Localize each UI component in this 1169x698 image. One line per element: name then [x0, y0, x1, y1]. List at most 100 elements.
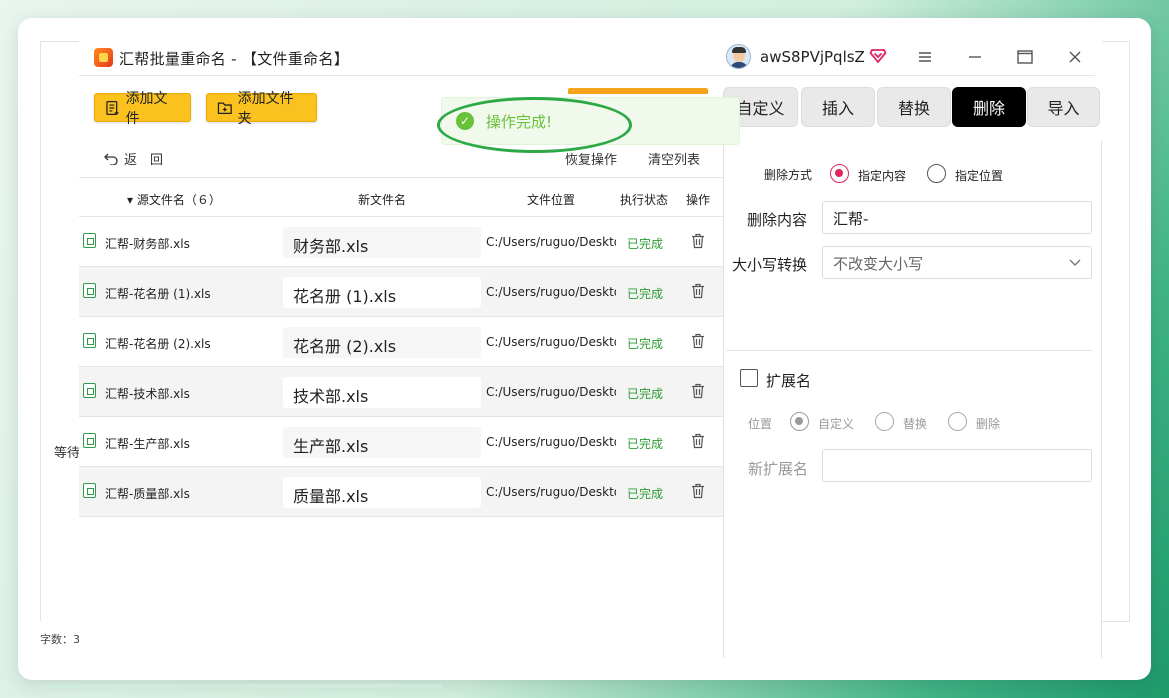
new-filename: 技术部.xls: [283, 377, 481, 408]
radio-ext-replace-label[interactable]: 替换: [903, 415, 927, 432]
table-row[interactable]: 汇帮-花名册 (1).xls 花名册 (1).xls C:/Users/rugu…: [79, 267, 723, 317]
title-bar: 汇帮批量重命名 - 【文件重命名】 awS8PVjPqlsZ: [79, 41, 1102, 75]
radio-ext-replace[interactable]: [875, 412, 894, 431]
add-folder-button[interactable]: 添加文件夹: [206, 91, 317, 127]
radio-ext-delete[interactable]: [948, 412, 967, 431]
radio-specified-position-label[interactable]: 指定位置: [955, 167, 1003, 184]
table-row[interactable]: 汇帮-质量部.xls 质量部.xls C:/Users/ruguo/Deskto…: [79, 467, 723, 517]
radio-ext-custom[interactable]: [790, 412, 809, 431]
background-wait-label: 等待: [54, 446, 81, 461]
radio-ext-delete-label[interactable]: 删除: [976, 415, 1000, 432]
clear-list-button[interactable]: 清空列表: [648, 149, 700, 168]
status-badge: 已完成: [627, 387, 664, 401]
background-scrollbar[interactable]: [40, 684, 442, 688]
minimize-icon[interactable]: [963, 45, 987, 69]
background-border: [40, 41, 41, 621]
tab-import[interactable]: 导入: [1027, 87, 1100, 127]
section-divider: [726, 350, 1092, 351]
source-filename: 汇帮-财务部.xls: [105, 237, 190, 251]
table-row[interactable]: 汇帮-技术部.xls 技术部.xls C:/Users/ruguo/Deskto…: [79, 367, 723, 417]
case-conversion-label: 大小写转换: [732, 256, 808, 274]
background-word-count: 字数：3: [40, 633, 80, 646]
add-file-button[interactable]: 添加文件: [94, 91, 191, 127]
new-filename: 质量部.xls: [283, 477, 481, 508]
new-filename: 花名册 (1).xls: [283, 277, 481, 308]
status-badge: 已完成: [627, 487, 664, 501]
delete-mode-label: 删除方式: [764, 168, 813, 182]
undo-arrow-icon: [104, 153, 118, 165]
back-button[interactable]: 返 回: [104, 149, 163, 168]
radio-specified-content[interactable]: [830, 164, 849, 183]
excel-file-icon: [83, 433, 96, 448]
file-table: ▾ 源文件名（６） 新文件名 文件位置 执行状态 操作 汇帮-财务部.xls 财…: [79, 177, 723, 517]
table-row[interactable]: 汇帮-花名册 (2).xls 花名册 (2).xls C:/Users/rugu…: [79, 317, 723, 367]
header-operation: 操作: [686, 193, 711, 207]
source-filename: 汇帮-技术部.xls: [105, 387, 190, 401]
table-row[interactable]: 汇帮-财务部.xls 财务部.xls C:/Users/ruguo/Deskto…: [79, 217, 723, 267]
source-filename: 汇帮-花名册 (1).xls: [105, 287, 211, 301]
menu-icon[interactable]: [913, 45, 937, 69]
file-location: C:/Users/ruguo/Desktop: [486, 335, 616, 349]
user-avatar[interactable]: [726, 44, 751, 69]
add-file-label: 添加文件: [125, 90, 168, 127]
trash-icon[interactable]: [691, 483, 705, 499]
trash-icon[interactable]: [691, 333, 705, 349]
delete-settings-panel: 删除方式 指定内容 指定位置 删除内容 汇帮- 大小写转换 不改变大小写 扩展名…: [724, 141, 1102, 658]
status-badge: 已完成: [627, 287, 664, 301]
tab-replace[interactable]: 替换: [877, 87, 951, 127]
new-extension-input[interactable]: [822, 449, 1092, 482]
maximize-icon[interactable]: [1013, 45, 1037, 69]
delete-content-label: 删除内容: [747, 211, 808, 229]
status-badge: 已完成: [627, 437, 664, 451]
case-conversion-value: 不改变大小写: [833, 255, 924, 273]
excel-file-icon: [83, 283, 96, 298]
excel-file-icon: [83, 483, 96, 498]
new-filename: 财务部.xls: [283, 227, 481, 258]
title-separator: [79, 75, 1095, 76]
trash-icon[interactable]: [691, 283, 705, 299]
status-badge: 已完成: [627, 237, 664, 251]
new-filename: 生产部.xls: [283, 427, 481, 458]
extension-label[interactable]: 扩展名: [766, 370, 811, 391]
extension-checkbox[interactable]: [740, 369, 758, 387]
excel-file-icon: [83, 333, 96, 348]
username[interactable]: awS8PVjPqlsZ: [760, 48, 865, 66]
file-location: C:/Users/ruguo/Desktop: [486, 485, 616, 499]
file-location: C:/Users/ruguo/Desktop: [486, 285, 616, 299]
chevron-down-icon: [1069, 256, 1081, 270]
tab-delete[interactable]: 删除: [952, 87, 1026, 127]
excel-file-icon: [83, 233, 96, 248]
background-border: [1102, 621, 1130, 622]
trash-icon[interactable]: [691, 433, 705, 449]
new-filename: 花名册 (2).xls: [283, 327, 481, 358]
header-source-name[interactable]: ▾ 源文件名（６）: [127, 191, 221, 208]
file-location: C:/Users/ruguo/Desktop: [486, 235, 616, 249]
table-row[interactable]: 汇帮-生产部.xls 生产部.xls C:/Users/ruguo/Deskto…: [79, 417, 723, 467]
status-badge: 已完成: [627, 337, 664, 351]
case-conversion-select[interactable]: 不改变大小写: [822, 246, 1092, 279]
tab-insert[interactable]: 插入: [801, 87, 875, 127]
header-location: 文件位置: [527, 193, 576, 207]
vip-diamond-icon[interactable]: [869, 46, 887, 64]
add-folder-label: 添加文件夹: [237, 90, 294, 127]
check-circle-icon: ✓: [456, 112, 474, 130]
close-icon[interactable]: [1063, 45, 1087, 69]
toast-message: 操作完成!: [486, 112, 553, 131]
start-button-edge[interactable]: [568, 88, 708, 94]
excel-file-icon: [83, 383, 96, 398]
header-new-name: 新文件名: [358, 193, 407, 207]
source-filename: 汇帮-质量部.xls: [105, 487, 190, 501]
delete-content-input[interactable]: 汇帮-: [822, 201, 1092, 234]
restore-button[interactable]: 恢复操作: [565, 149, 617, 168]
radio-ext-custom-label[interactable]: 自定义: [818, 415, 854, 432]
trash-icon[interactable]: [691, 383, 705, 399]
success-toast: ✓ 操作完成!: [441, 97, 740, 145]
trash-icon[interactable]: [691, 233, 705, 249]
source-filename: 汇帮-花名册 (2).xls: [105, 337, 211, 351]
radio-specified-content-label[interactable]: 指定内容: [858, 167, 906, 184]
radio-specified-position[interactable]: [927, 164, 946, 183]
add-folder-icon: [217, 101, 232, 114]
header-status: 执行状态: [620, 193, 669, 207]
new-extension-label: 新扩展名: [748, 460, 809, 478]
add-file-icon: [106, 100, 119, 115]
